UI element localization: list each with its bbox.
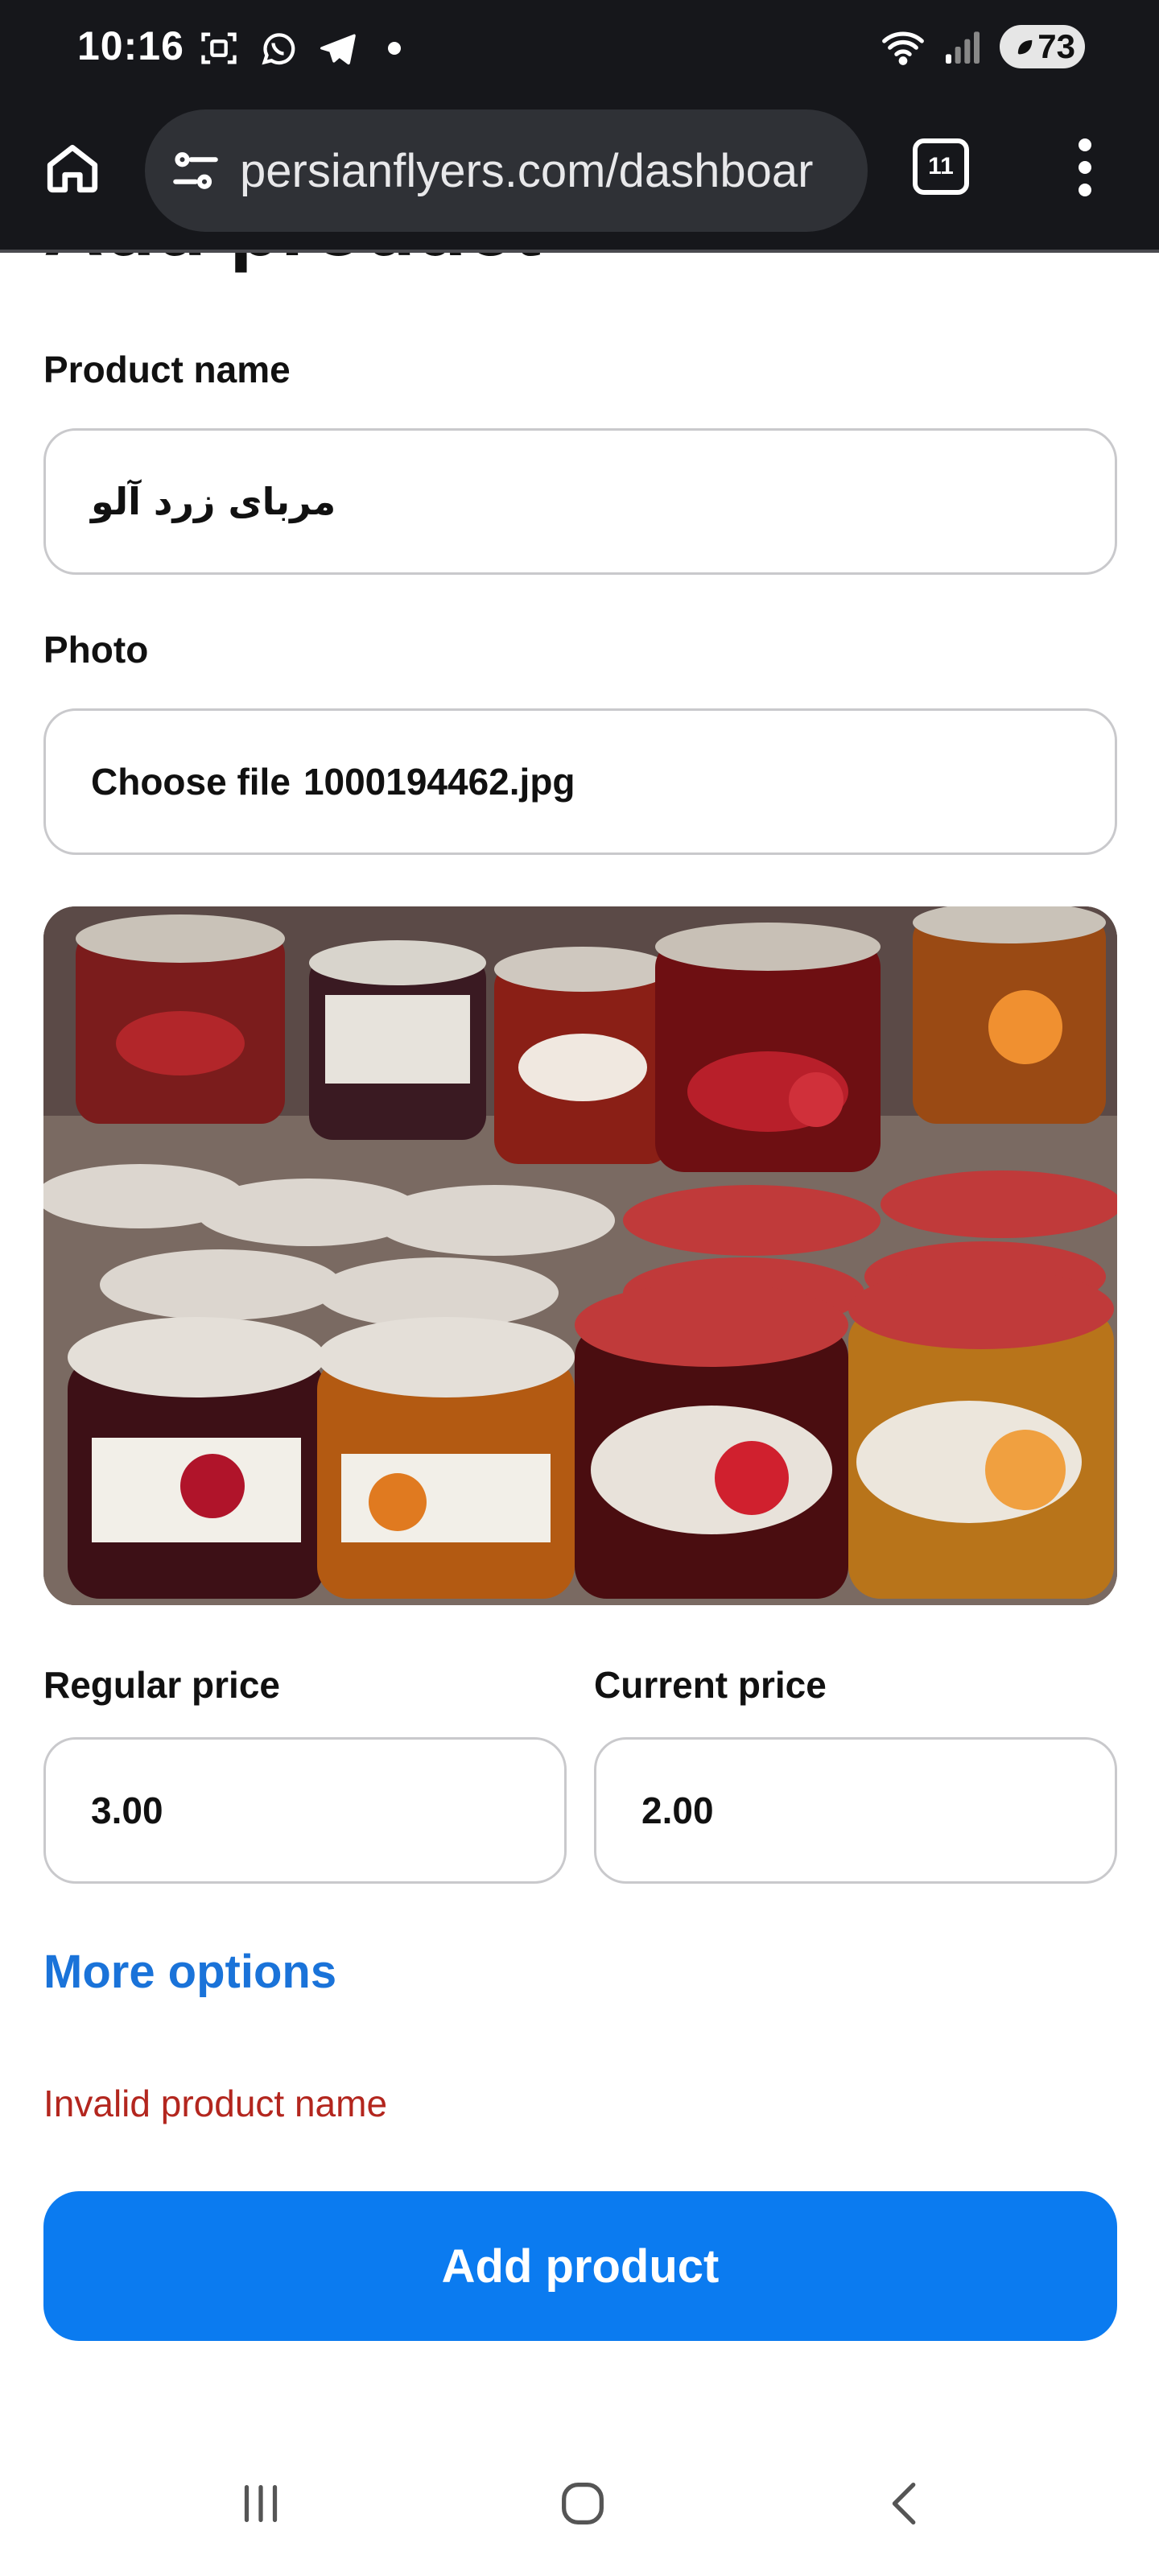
home-icon [47,144,98,193]
system-icons: 73 [881,24,1085,69]
home-button[interactable] [39,134,106,201]
choose-file-button[interactable]: Choose file [91,760,291,803]
browser-toolbar: persianflyers.com/dashboar 11 [0,101,1159,253]
system-nav-bar [0,2423,1159,2576]
telegram-icon [320,34,356,65]
address-bar[interactable]: persianflyers.com/dashboar [145,109,868,232]
notification-dot [388,42,401,55]
product-photo-preview [43,906,1117,1605]
site-settings-icon[interactable] [169,144,222,197]
wifi-icon [882,31,924,65]
status-time: 10:16 [77,23,184,68]
home-nav-button[interactable] [551,2471,615,2536]
more-options-link[interactable]: More options [43,1945,336,1999]
current-price-label: Current price [594,1664,827,1706]
tabs-button[interactable]: 11 [913,138,969,195]
back-button[interactable] [874,2471,938,2536]
back-icon [892,2483,916,2524]
product-name-input[interactable]: مربای زرد آلو [43,428,1117,575]
product-name-label: Product name [43,349,291,390]
recents-icon [244,2484,278,2523]
product-name-value: مربای زرد آلو [91,480,336,523]
photo-filename: 1000194462.jpg [303,761,575,803]
current-price-input[interactable]: 2.00 [594,1737,1117,1884]
menu-dot [1079,161,1091,174]
photo-file-input[interactable]: Choose file 1000194462.jpg [43,708,1117,855]
regular-price-label: Regular price [43,1664,280,1706]
battery-saver-icon [1018,39,1033,55]
regular-price-value: 3.00 [91,1790,163,1831]
jam-jars-image [43,906,1117,1605]
error-message: Invalid product name [43,2083,388,2124]
screenshot-icon [201,32,237,64]
regular-price-input[interactable]: 3.00 [43,1737,567,1884]
notification-icons [198,27,401,69]
more-menu-button[interactable] [1062,134,1107,201]
home-circle-icon [562,2483,604,2524]
url-text[interactable]: persianflyers.com/dashboar [240,144,813,198]
whatsapp-icon [262,33,295,65]
battery-indicator: 73 [1000,25,1085,68]
status-bar: 10:16 73 [0,0,1159,101]
current-price-value: 2.00 [641,1790,714,1831]
recents-button[interactable] [229,2471,293,2536]
add-product-button[interactable]: Add product [43,2191,1117,2341]
menu-dot [1079,184,1091,196]
battery-level: 73 [1037,27,1075,65]
photo-label: Photo [43,629,149,671]
signal-icon [946,31,980,64]
menu-dot [1079,138,1091,151]
